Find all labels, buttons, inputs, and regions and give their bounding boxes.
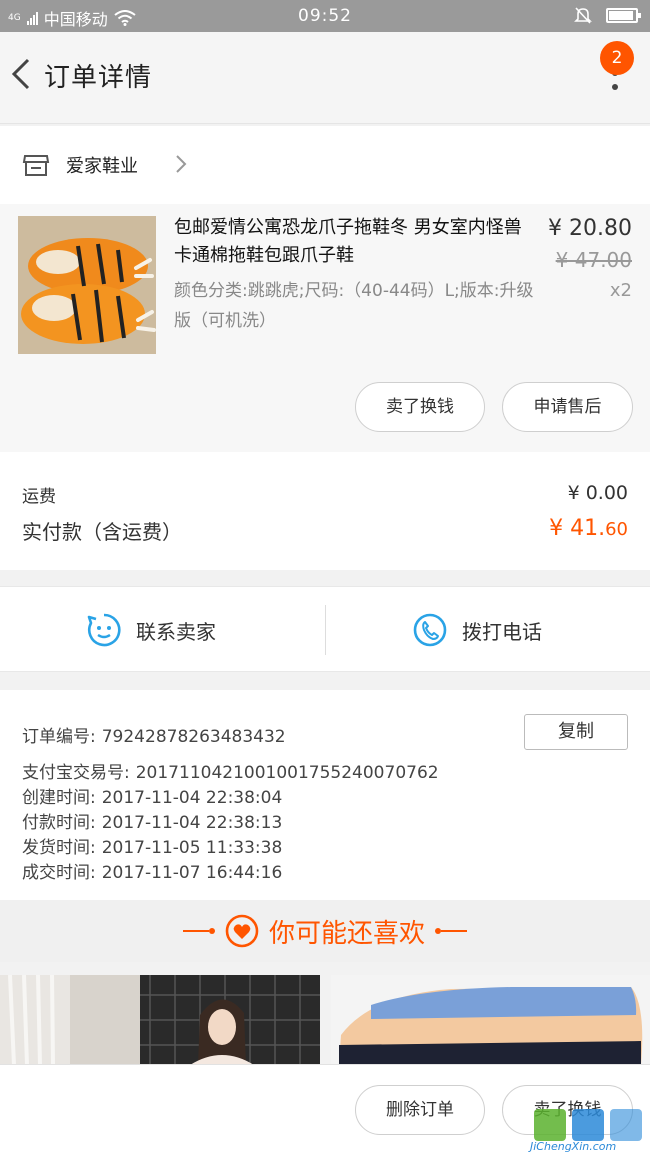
status-bar: 4G 中国移动 09:52 [0, 0, 650, 32]
battery-icon [606, 7, 641, 23]
delete-order-button[interactable]: 删除订单 [355, 1085, 485, 1135]
completed-time-row: 成交时间: 2017-11-07 16:44:16 [22, 858, 282, 883]
mute-bell-icon [574, 7, 592, 24]
paid-time-label: 付款时间: [22, 813, 96, 833]
product-price: ¥ 20.80 [548, 216, 632, 241]
decor-dash-right [435, 928, 467, 934]
shipping-label: 运费 [22, 487, 56, 507]
contact-divider [325, 605, 326, 655]
watermark-text: JiChengXin.com [530, 1140, 617, 1153]
order-number-row: 订单编号: 79242878263483432 [22, 722, 286, 747]
chevron-right-icon [176, 155, 187, 173]
after-sale-button[interactable]: 申请售后 [502, 382, 633, 432]
recommend-item-image[interactable] [331, 975, 650, 1065]
paid-time-value: 2017-11-04 22:38:13 [101, 813, 283, 833]
created-time-label: 创建时间: [22, 788, 96, 808]
shipping-value: ¥ 0.00 [567, 482, 628, 504]
paid-time-row: 付款时间: 2017-11-04 22:38:13 [22, 808, 282, 833]
notification-badge[interactable]: 2 [600, 41, 634, 75]
call-label: 拨打电话 [462, 619, 542, 644]
shipped-time-row: 发货时间: 2017-11-05 11:33:38 [22, 833, 282, 858]
nav-header: 订单详情 2 [0, 32, 650, 124]
call-button[interactable]: 拨打电话 [412, 587, 542, 673]
decor-dash-left [182, 928, 215, 934]
shipped-time-label: 发货时间: [22, 838, 96, 858]
back-arrow-icon[interactable] [6, 54, 36, 94]
created-time-row: 创建时间: 2017-11-04 22:38:04 [22, 783, 282, 808]
contact-bar: 联系卖家 拨打电话 [0, 586, 650, 672]
product-spec: 颜色分类:跳跳虎;尺码:（40-44码）L;版本:升级版（可机洗） [174, 281, 534, 331]
alipay-number-label: 支付宝交易号: [22, 763, 130, 783]
chat-face-icon [87, 613, 121, 647]
paid-value-main: ¥ 41. [549, 516, 606, 541]
paid-value-cents: 60 [605, 519, 628, 540]
fees-section: 运费 ¥ 0.00 实付款（含运费） ¥ 41.60 [0, 452, 650, 570]
sell-button[interactable]: 卖了换钱 [355, 382, 485, 432]
product-thumbnail[interactable] [18, 216, 156, 354]
alipay-number-row: 支付宝交易号: 2017110421001001755240070762 [22, 758, 439, 783]
order-number-value: 79242878263483432 [101, 727, 286, 747]
recommend-item-image[interactable] [0, 975, 320, 1065]
product-quantity: x2 [609, 280, 632, 301]
contact-seller-button[interactable]: 联系卖家 [86, 587, 216, 673]
page-title: 订单详情 [44, 63, 153, 93]
shop-name[interactable]: 爱家鞋业 [66, 152, 138, 178]
product-title[interactable]: 包邮爱情公寓恐龙爪子拖鞋冬 男女室内怪兽卡通棉拖鞋包跟爪子鞋 [174, 214, 534, 270]
heart-icon [225, 914, 259, 948]
created-time-value: 2017-11-04 22:38:04 [101, 788, 283, 808]
status-right [574, 6, 641, 24]
shop-row[interactable]: 爱家鞋业 [0, 126, 650, 204]
copy-button[interactable]: 复制 [524, 714, 628, 750]
recommend-title-wrap: 你可能还喜欢 [0, 900, 650, 962]
product-original-price: ¥ 47.00 [555, 248, 632, 272]
alipay-number-value: 2017110421001001755240070762 [135, 763, 439, 783]
paid-label: 实付款（含运费） [22, 520, 182, 544]
product-row[interactable]: 包邮爱情公寓恐龙爪子拖鞋冬 男女室内怪兽卡通棉拖鞋包跟爪子鞋 颜色分类:跳跳虎;… [0, 204, 650, 452]
clock: 09:52 [298, 6, 352, 26]
order-info-section: 订单编号: 79242878263483432 复制 支付宝交易号: 2017110… [0, 690, 650, 900]
recommend-title: 你可能还喜欢 [268, 918, 425, 949]
recommend-header: 你可能还喜欢 [0, 900, 650, 962]
paid-value: ¥ 41.60 [549, 516, 628, 541]
completed-time-label: 成交时间: [22, 863, 96, 883]
phone-icon [413, 613, 447, 647]
completed-time-value: 2017-11-07 16:44:16 [101, 863, 283, 883]
contact-seller-label: 联系卖家 [136, 619, 216, 644]
order-number-label: 订单编号: [22, 727, 96, 747]
shipped-time-value: 2017-11-05 11:33:38 [101, 838, 283, 858]
store-icon [22, 155, 50, 176]
order-item-card: 爱家鞋业 包邮爱情公寓恐龙爪子拖鞋冬 男女室内怪兽卡通棉拖鞋包跟爪子鞋 颜色分类… [0, 126, 650, 452]
